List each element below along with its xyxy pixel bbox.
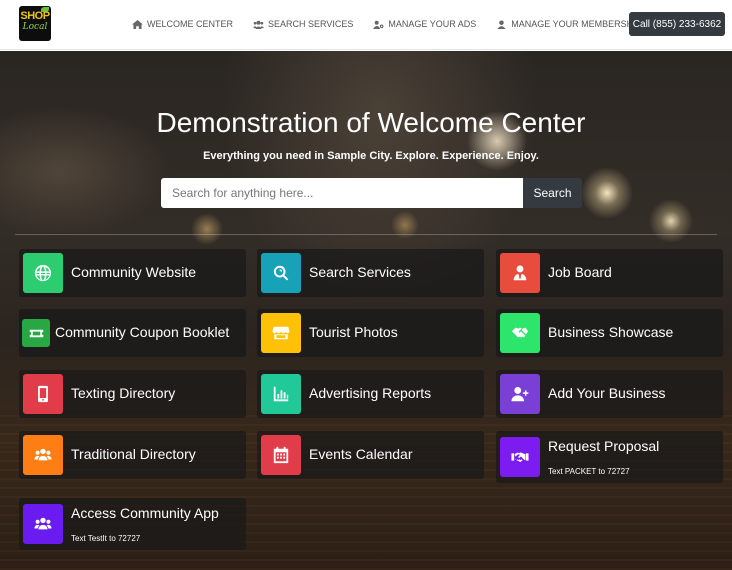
tile-label: Access Community App <box>71 505 219 521</box>
shop-local-logo[interactable]: SHOP Local <box>19 6 51 41</box>
tile-community-coupon-booklet[interactable]: Community Coupon Booklet <box>19 309 246 357</box>
tile-label: Traditional Directory <box>71 446 196 462</box>
tile-label: Texting Directory <box>71 385 176 401</box>
tile-label: Advertising Reports <box>309 385 432 401</box>
page-subtitle: Everything you need in Sample City. Expl… <box>203 150 539 162</box>
tile-access-community-app[interactable]: Access Community App Text TestIt to 7272… <box>19 498 246 550</box>
tile-label: Tourist Photos <box>309 324 398 340</box>
tile-tourist-photos[interactable]: Tourist Photos <box>257 309 484 357</box>
nav-link-label: MANAGE YOUR MEMBERSHIP <box>511 19 642 29</box>
nav-link-label: SEARCH SERVICES <box>268 19 354 29</box>
mobile-icon <box>38 385 48 403</box>
hero-divider <box>15 234 717 235</box>
ticket-icon <box>29 329 43 337</box>
nav-link-label: MANAGE YOUR ADS <box>388 19 477 29</box>
home-icon <box>132 19 143 29</box>
logo-text-shop: SHOP <box>20 10 50 22</box>
tile-icon-box <box>22 319 50 347</box>
tile-label: Events Calendar <box>309 446 413 462</box>
tile-icon-box <box>500 437 540 477</box>
tile-events-calendar[interactable]: Events Calendar <box>257 431 484 479</box>
tile-job-board[interactable]: Job Board <box>496 249 723 297</box>
tile-sublabel: Text TestIt to 72727 <box>71 534 141 543</box>
tile-community-website[interactable]: Community Website <box>19 249 246 297</box>
search-bar: Search <box>161 178 582 208</box>
tile-icon-box <box>261 435 301 475</box>
nav-link-search-services[interactable]: SEARCH SERVICES <box>253 19 353 29</box>
search-input[interactable] <box>161 178 523 208</box>
globe-icon <box>34 264 52 282</box>
tile-search-services[interactable]: Search Services <box>257 249 484 297</box>
tile-icon-box <box>500 374 540 414</box>
tile-icon-box <box>500 313 540 353</box>
chart-icon <box>273 386 289 402</box>
tile-icon-box <box>23 504 63 544</box>
nav-link-welcome-center[interactable]: WELCOME CENTER <box>132 19 233 29</box>
user-icon <box>497 19 506 29</box>
tile-texting-directory[interactable]: Texting Directory <box>19 370 246 418</box>
users-icon <box>253 20 264 29</box>
tile-label: Business Showcase <box>548 324 674 340</box>
handshake-icon <box>511 327 529 338</box>
tile-icon-box <box>23 435 63 475</box>
tile-icon-box <box>261 313 301 353</box>
tile-label: Community Coupon Booklet <box>55 324 230 340</box>
tile-icon-box <box>500 253 540 293</box>
tile-request-proposal[interactable]: Request Proposal Text PACKET to 72727 <box>496 431 723 483</box>
tile-label: Add Your Business <box>548 385 666 401</box>
nav-link-label: WELCOME CENTER <box>147 19 234 29</box>
tile-label: Request Proposal <box>548 438 660 454</box>
tile-icon-box <box>261 374 301 414</box>
users-icon <box>34 517 52 530</box>
hero-section: Demonstration of Welcome Center Everythi… <box>0 51 732 570</box>
tile-advertising-reports[interactable]: Advertising Reports <box>257 370 484 418</box>
tile-label: Community Website <box>71 264 197 280</box>
tile-sublabel: Text PACKET to 72727 <box>548 467 630 476</box>
tile-add-your-business[interactable]: Add Your Business <box>496 370 723 418</box>
tile-label: Job Board <box>548 264 612 280</box>
call-phone-button[interactable]: Call (855) 233-6362 <box>629 12 725 36</box>
calendar-icon <box>273 446 289 464</box>
user-plus-icon <box>511 386 529 402</box>
nav-links: WELCOME CENTER SEARCH SERVICES MANAGE YO… <box>132 17 642 31</box>
user-cog-icon <box>373 20 384 29</box>
users-icon <box>34 448 52 461</box>
tile-label: Search Services <box>309 264 411 280</box>
page-title: Demonstration of Welcome Center <box>156 107 586 138</box>
nav-link-manage-your-membership[interactable]: MANAGE YOUR MEMBERSHIP <box>496 19 642 29</box>
tile-icon-box <box>23 374 63 414</box>
search-icon <box>273 265 289 281</box>
tile-business-showcase[interactable]: Business Showcase <box>496 309 723 357</box>
tile-icon-box <box>23 253 63 293</box>
top-navbar: SHOP Local WELCOME CENTER SEARCH SERVICE… <box>0 0 732 50</box>
user-tie-icon <box>513 265 527 281</box>
handshake-icon <box>511 452 529 462</box>
nav-link-manage-your-ads[interactable]: MANAGE YOUR ADS <box>373 19 476 29</box>
store-icon <box>272 326 290 340</box>
tile-traditional-directory[interactable]: Traditional Directory <box>19 431 246 479</box>
search-button[interactable]: Search <box>523 178 582 208</box>
tile-icon-box <box>261 253 301 293</box>
logo-text-local: Local <box>22 22 48 32</box>
